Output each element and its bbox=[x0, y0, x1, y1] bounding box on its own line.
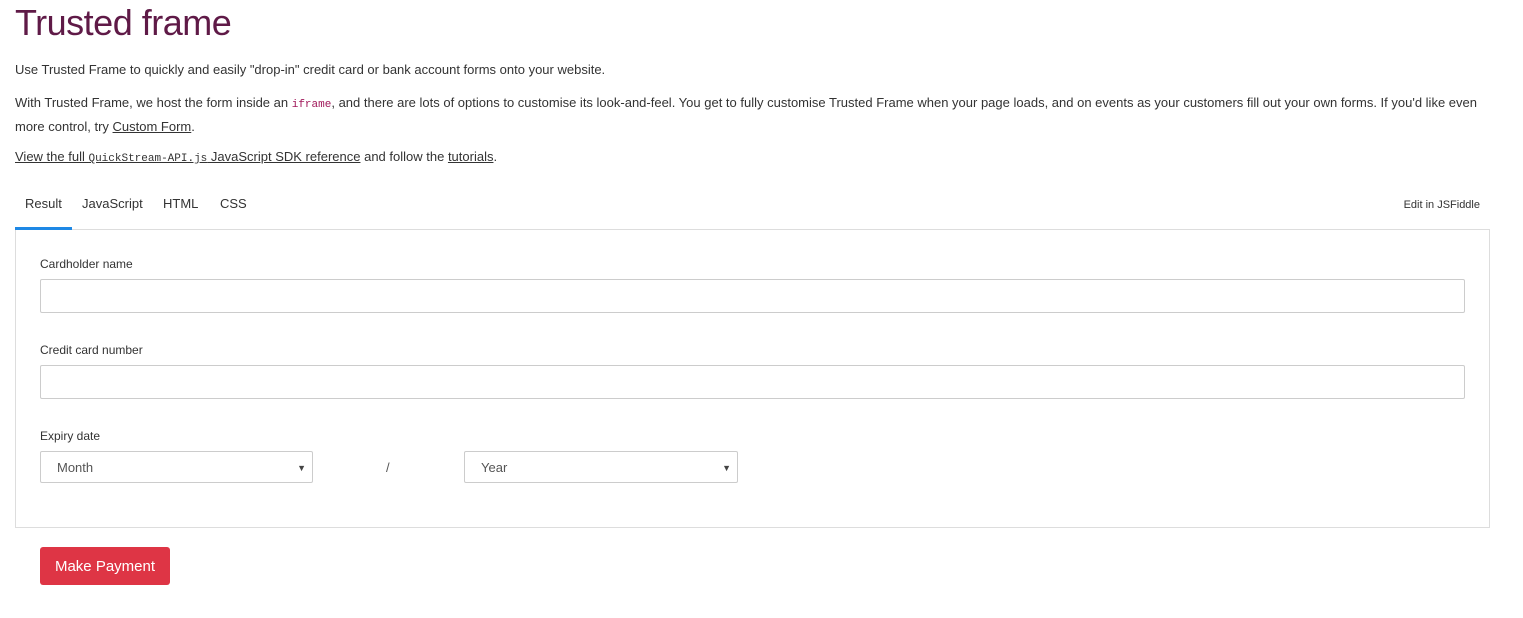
expiry-separator: / bbox=[386, 460, 390, 475]
card-number-label: Credit card number bbox=[40, 343, 143, 357]
custom-form-link[interactable]: Custom Form bbox=[113, 119, 192, 134]
chevron-down-icon: ▼ bbox=[722, 463, 731, 473]
iframe-code: iframe bbox=[291, 99, 332, 111]
sdk-reference-link[interactable]: View the full QuickStream-API.js JavaScr… bbox=[15, 149, 360, 165]
description-text: With Trusted Frame, we host the form ins… bbox=[15, 95, 1477, 134]
sdk-text: View the full QuickStream-API.js JavaScr… bbox=[15, 149, 498, 165]
expiry-year-select[interactable]: Year ▼ bbox=[464, 451, 738, 483]
make-payment-button[interactable]: Make Payment bbox=[40, 547, 170, 585]
result-panel: Cardholder name Credit card number Expir… bbox=[15, 230, 1490, 528]
tab-javascript[interactable]: JavaScript bbox=[82, 188, 143, 227]
cardholder-label: Cardholder name bbox=[40, 257, 133, 271]
page-title: Trusted frame bbox=[15, 2, 232, 43]
cardholder-name-input[interactable] bbox=[40, 279, 1465, 313]
edit-in-jsfiddle-link[interactable]: Edit in JSFiddle bbox=[1404, 188, 1480, 222]
code-tabs: Result JavaScript HTML CSS Edit in JSFid… bbox=[15, 188, 1490, 230]
expiry-month-select[interactable]: Month ▼ bbox=[40, 451, 313, 483]
tab-result[interactable]: Result bbox=[15, 188, 72, 230]
chevron-down-icon: ▼ bbox=[297, 463, 306, 473]
tab-html[interactable]: HTML bbox=[163, 188, 198, 227]
intro-text: Use Trusted Frame to quickly and easily … bbox=[15, 62, 606, 77]
card-number-input[interactable] bbox=[40, 365, 1465, 399]
tab-css[interactable]: CSS bbox=[220, 188, 247, 227]
expiry-label: Expiry date bbox=[40, 429, 101, 443]
tutorials-link[interactable]: tutorials bbox=[448, 149, 494, 164]
